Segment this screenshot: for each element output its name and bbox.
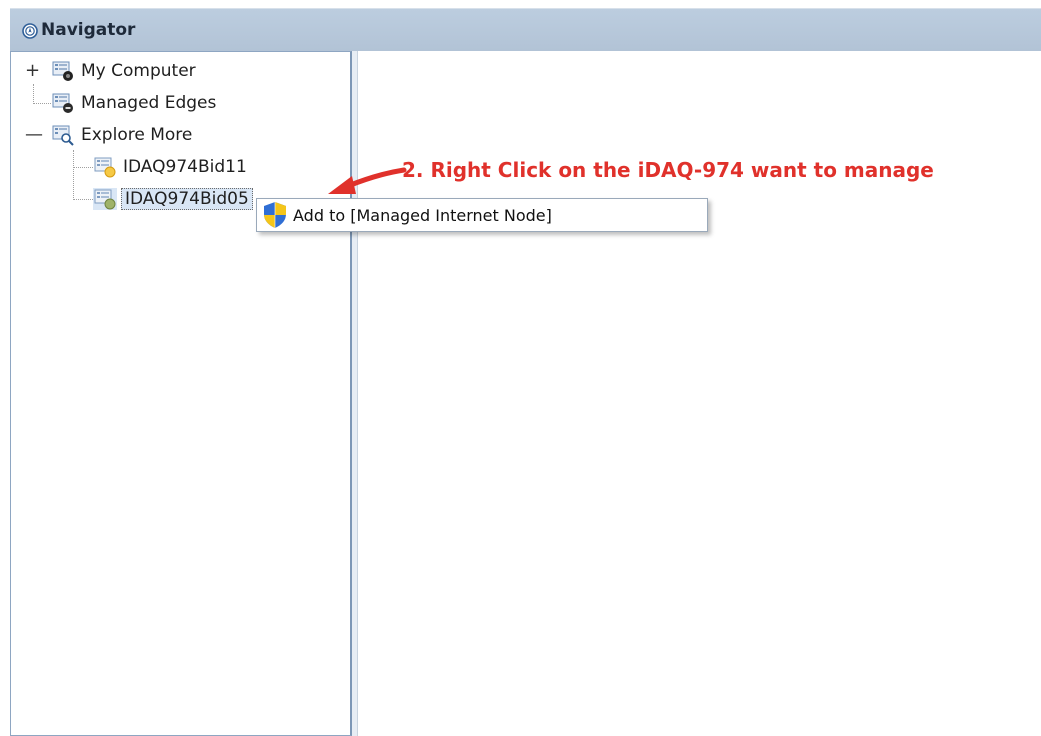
tree-item-managed-edges[interactable]: Managed Edges [51, 90, 216, 116]
menu-item-label: Add to [Managed Internet Node] [293, 205, 552, 225]
tree-line [33, 103, 51, 104]
tree-item-label: My Computer [81, 61, 196, 81]
tree-line [73, 150, 74, 200]
annotation-arrow-icon [328, 167, 407, 194]
explore-search-icon [52, 125, 74, 146]
computer-node-icon [52, 61, 73, 81]
device-node-icon [93, 188, 117, 210]
tree-item-label: IDAQ974Bid11 [123, 157, 247, 177]
top-strip [0, 0, 1041, 8]
context-menu: Add to [Managed Internet Node] [256, 198, 708, 232]
tree-item-label: Managed Edges [81, 93, 217, 113]
tree-item-idaq974bid11[interactable]: IDAQ974Bid11 [93, 154, 247, 180]
expand-plus-icon[interactable]: + [25, 62, 40, 80]
content-pane [358, 51, 1041, 736]
tree-line [33, 84, 34, 104]
navigator-icon [22, 23, 38, 39]
tree-item-label-selected: IDAQ974Bid05 [121, 188, 253, 210]
device-node-icon [94, 157, 116, 178]
annotation-text: 2. Right Click on the iDAQ-974 want to m… [402, 158, 934, 182]
menu-item-add-to-managed-node[interactable]: Add to [Managed Internet Node] [259, 201, 705, 229]
navigator-tree-pane[interactable]: + My Computer Managed Edges — Explore Mo… [10, 51, 352, 736]
tree-item-idaq974bid05[interactable]: IDAQ974Bid05 [93, 186, 253, 212]
navigator-title-bar: Navigator [10, 8, 1041, 51]
collapse-minus-icon[interactable]: — [25, 126, 43, 144]
panel-title: Navigator [41, 20, 136, 40]
tree-item-explore-more[interactable]: — Explore More [25, 122, 192, 148]
tree-line [73, 167, 93, 168]
tree-line [73, 199, 93, 200]
tree-item-my-computer[interactable]: + My Computer [25, 58, 196, 84]
managed-edges-icon [52, 93, 73, 113]
uac-shield-icon [264, 202, 286, 228]
tree-item-label: Explore More [81, 125, 193, 145]
